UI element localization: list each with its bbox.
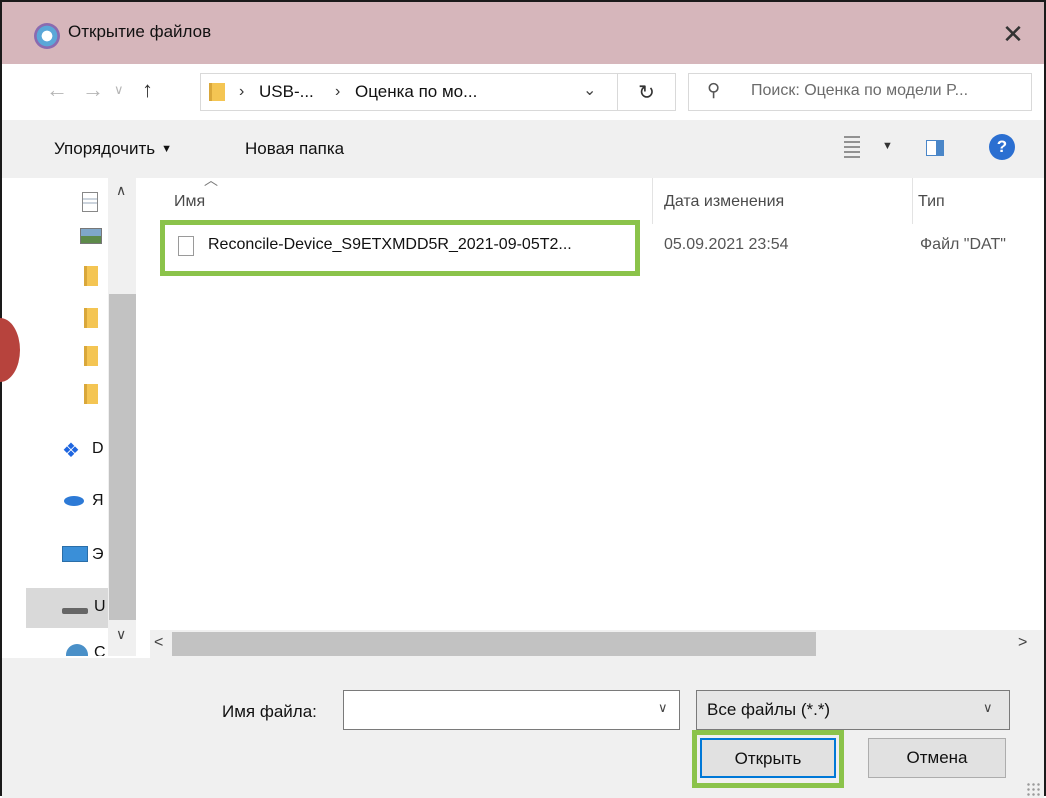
highlight-box-file <box>160 220 640 276</box>
title-bar: Открытие файлов ✕ <box>2 2 1044 64</box>
nav-item-label[interactable]: Э <box>92 546 104 564</box>
horizontal-scrollbar-thumb[interactable] <box>172 632 816 656</box>
breadcrumb-separator: › <box>239 83 245 100</box>
caret-down-icon: ▼ <box>161 143 173 155</box>
open-file-dialog: Открытие файлов ✕ ← → ∨ ↑ › USB-... › Оц… <box>0 0 1046 798</box>
filename-combobox[interactable]: ∨ <box>343 690 680 730</box>
nav-item-label[interactable]: D <box>92 440 104 458</box>
picture-icon[interactable] <box>80 228 102 244</box>
folder-icon <box>209 83 225 101</box>
usb-drive-icon[interactable] <box>62 608 88 614</box>
organize-label: Упорядочить <box>54 139 156 158</box>
search-input[interactable] <box>749 81 1025 101</box>
nav-item-label[interactable]: Я <box>92 492 104 510</box>
breadcrumb-item[interactable]: Оценка по мо... <box>355 82 477 102</box>
file-type-select[interactable]: Все файлы (*.*) ∨ <box>696 690 1010 730</box>
breadcrumb-separator: › <box>335 83 341 100</box>
file-list: ︿ Имя Дата изменения Тип Reconcile-Devic… <box>136 172 1044 656</box>
folder-icon[interactable] <box>84 308 98 328</box>
filename-label: Имя файла: <box>222 702 317 721</box>
chevron-down-icon[interactable]: ∨ <box>658 700 668 716</box>
scroll-left-icon[interactable]: < <box>154 634 163 652</box>
column-header-name[interactable]: Имя <box>174 193 205 211</box>
document-icon[interactable] <box>82 192 98 212</box>
up-arrow-icon[interactable]: ↑ <box>142 77 153 103</box>
sort-ascending-icon: ︿ <box>204 172 218 188</box>
command-bar: Упорядочить ▼ Новая папка ▼ ? <box>2 120 1044 178</box>
scroll-down-icon[interactable]: ∨ <box>116 626 126 643</box>
recent-locations-icon[interactable]: ∨ <box>114 82 124 98</box>
forward-arrow-icon[interactable]: → <box>82 77 104 103</box>
search-box[interactable]: ⚲ <box>688 73 1032 111</box>
column-divider[interactable] <box>912 178 913 224</box>
caret-down-icon[interactable]: ▼ <box>882 140 893 152</box>
breadcrumb-item[interactable]: USB-... <box>259 82 314 102</box>
dialog-title: Открытие файлов <box>68 22 212 41</box>
new-folder-button[interactable]: Новая папка <box>245 139 344 159</box>
computer-icon[interactable] <box>62 546 88 562</box>
address-row: ← → ∨ ↑ › USB-... › Оценка по мо... ⌄ ↻ … <box>2 64 1044 120</box>
help-icon[interactable]: ? <box>989 134 1015 160</box>
refresh-icon[interactable]: ↻ <box>618 73 676 111</box>
column-header-date[interactable]: Дата изменения <box>664 193 784 211</box>
filename-input[interactable] <box>350 699 644 719</box>
nav-item-label[interactable]: C <box>94 644 106 656</box>
file-type-value: Все файлы (*.*) <box>707 700 831 719</box>
dropbox-icon[interactable]: ❖ <box>62 438 80 463</box>
view-options-icon[interactable] <box>844 136 860 158</box>
folder-icon[interactable] <box>84 266 98 286</box>
folder-icon[interactable] <box>84 384 98 404</box>
horizontal-scrollbar[interactable]: < > <box>150 630 1044 658</box>
resize-grip-icon[interactable] <box>1026 782 1040 796</box>
navigation-pane: ∧ ∨ ❖ D Я Э U C <box>2 178 136 656</box>
nav-scrollbar-thumb[interactable] <box>109 294 136 620</box>
highlight-box-open <box>692 730 844 788</box>
bottom-panel: Имя файла: ∨ Все файлы (*.*) ∨ Открыть О… <box>2 658 1044 798</box>
chevron-down-icon: ∨ <box>983 700 993 715</box>
preview-pane-icon[interactable] <box>926 140 944 156</box>
network-icon[interactable] <box>66 644 88 656</box>
cloud-drive-icon[interactable] <box>64 496 84 506</box>
search-icon: ⚲ <box>707 80 721 100</box>
chevron-down-icon[interactable]: ⌄ <box>583 80 596 100</box>
scroll-up-icon[interactable]: ∧ <box>116 182 126 199</box>
close-button[interactable]: ✕ <box>988 14 1038 54</box>
column-header-type[interactable]: Тип <box>918 193 945 211</box>
organize-button[interactable]: Упорядочить ▼ <box>54 139 172 159</box>
cancel-button[interactable]: Отмена <box>868 738 1006 778</box>
scroll-right-icon[interactable]: > <box>1018 634 1027 652</box>
back-arrow-icon[interactable]: ← <box>46 77 68 103</box>
address-bar[interactable]: › USB-... › Оценка по мо... ⌄ <box>200 73 618 111</box>
column-divider[interactable] <box>652 178 653 224</box>
file-type: Файл "DAT" <box>920 236 1006 253</box>
nav-item-label[interactable]: U <box>94 598 106 616</box>
file-date: 05.09.2021 23:54 <box>664 236 789 253</box>
app-icon <box>34 23 60 49</box>
folder-icon[interactable] <box>84 346 98 366</box>
